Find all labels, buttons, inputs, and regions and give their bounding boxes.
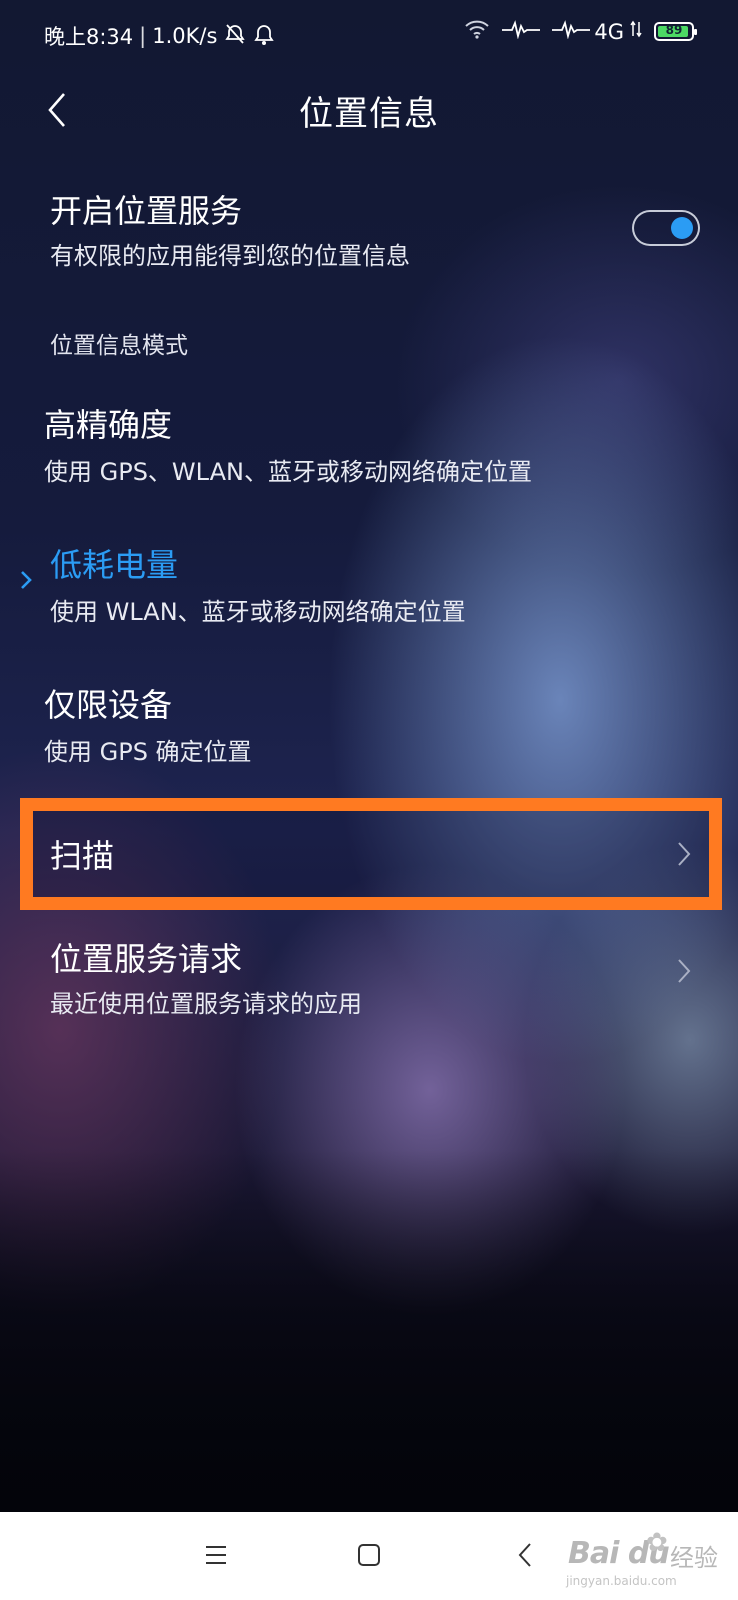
mode-option-title: 仅限设备: [44, 686, 173, 724]
watermark-jingyan: 经验: [670, 1544, 718, 1572]
status-bar: 晚上8:34 | 1.0K/s 4G 89: [0, 0, 738, 70]
mode-option-subtitle: 使用 WLAN、蓝牙或移动网络确定位置: [50, 598, 466, 626]
watermark-url: jingyan.baidu.com: [566, 1574, 677, 1588]
location-service-row[interactable]: 开启位置服务 有权限的应用能得到您的位置信息: [0, 178, 738, 278]
scan-row[interactable]: 扫描: [0, 811, 738, 897]
alarm-off-icon: [223, 22, 247, 51]
mode-option-title-selected: 低耗电量: [50, 546, 179, 584]
wifi-icon: [464, 18, 490, 45]
mode-option-battery-saving[interactable]: 低耗电量 使用 WLAN、蓝牙或移动网络确定位置: [0, 532, 738, 642]
location-service-subtitle: 有权限的应用能得到您的位置信息: [50, 242, 410, 270]
navigation-bar: Bai du ✿ 经验 jingyan.baidu.com: [0, 1512, 738, 1600]
status-net-speed: 1.0K/s: [152, 24, 218, 48]
network-type: 4G: [594, 19, 624, 44]
wallpaper-shade: [0, 1150, 738, 1512]
baidu-jingyan-watermark: Bai du ✿ 经验 jingyan.baidu.com: [560, 1528, 736, 1596]
status-left: 晚上8:34 | 1.0K/s: [44, 21, 275, 51]
battery-level: 89: [665, 23, 683, 37]
page-title: 位置信息: [299, 94, 439, 134]
mode-option-high-accuracy[interactable]: 高精确度 使用 GPS、WLAN、蓝牙或移动网络确定位置: [0, 392, 738, 502]
location-service-toggle[interactable]: [632, 210, 700, 246]
service-requests-title: 位置服务请求: [50, 940, 243, 978]
status-time: 晚上8:34: [44, 25, 134, 49]
service-requests-subtitle: 最近使用位置服务请求的应用: [50, 990, 362, 1018]
mode-option-device-only[interactable]: 仅限设备 使用 GPS 确定位置: [0, 672, 738, 782]
data-arrows-icon: [630, 19, 642, 44]
location-service-title: 开启位置服务: [50, 192, 243, 230]
back-nav-icon[interactable]: [517, 1541, 533, 1569]
mode-option-title: 高精确度: [44, 406, 173, 444]
signal-icon: [552, 19, 591, 44]
home-icon[interactable]: [357, 1543, 381, 1567]
battery-icon: 89: [654, 22, 697, 41]
mode-option-subtitle: 使用 GPS、WLAN、蓝牙或移动网络确定位置: [44, 458, 532, 486]
paw-icon: ✿: [646, 1528, 668, 1558]
signal-icon: [502, 19, 541, 44]
bell-icon: [253, 22, 275, 51]
scan-title: 扫描: [50, 837, 115, 875]
chevron-right-icon: [678, 842, 691, 866]
mode-section-label: 位置信息模式: [50, 333, 188, 359]
chevron-right-icon: [678, 959, 691, 983]
status-separator: |: [139, 24, 147, 48]
toggle-knob: [671, 217, 693, 239]
service-requests-row[interactable]: 位置服务请求 最近使用位置服务请求的应用: [0, 926, 738, 1026]
mode-option-subtitle: 使用 GPS 确定位置: [44, 738, 252, 766]
menu-icon[interactable]: [204, 1544, 228, 1566]
status-right: 4G 89: [464, 18, 697, 45]
title-bar: 位置信息: [0, 72, 738, 148]
